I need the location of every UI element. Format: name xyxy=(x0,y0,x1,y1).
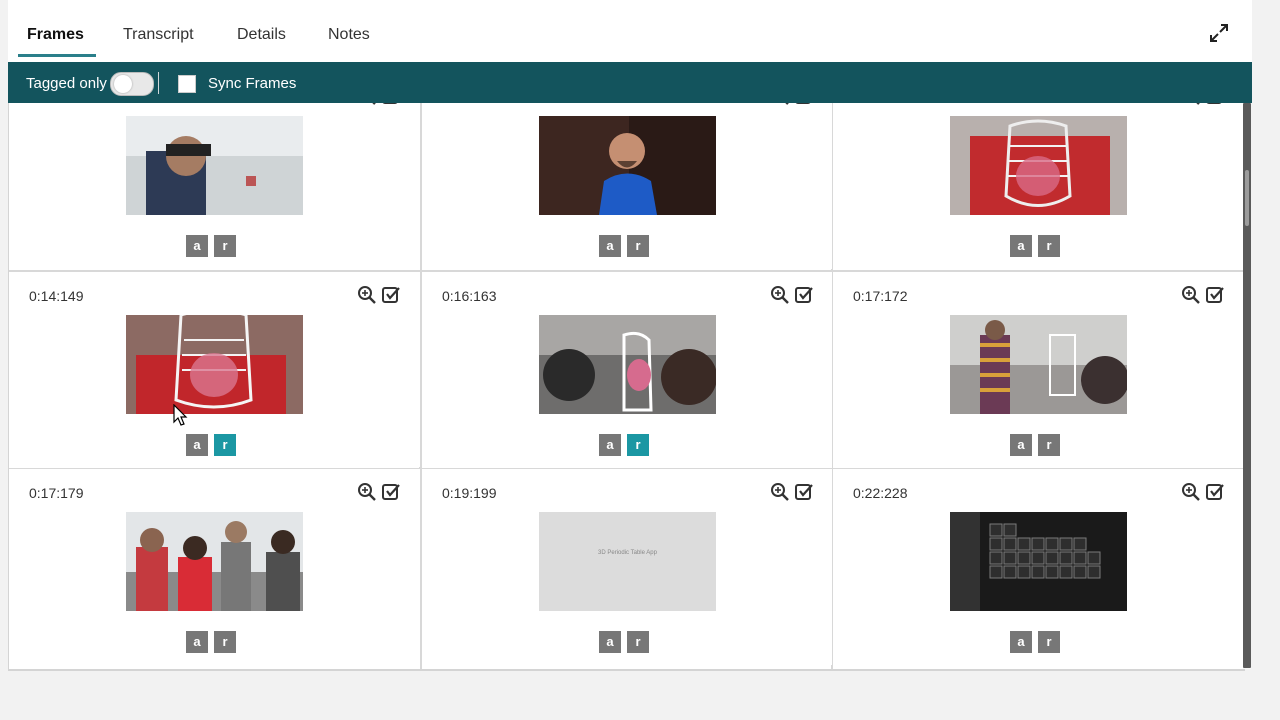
checkbox-check-icon[interactable] xyxy=(794,482,814,502)
tab-details[interactable]: Details xyxy=(237,26,286,44)
frame-timestamp: 0:19:199 xyxy=(442,485,497,501)
tag-a-button[interactable]: a xyxy=(1010,434,1032,456)
active-tab-indicator xyxy=(18,54,96,57)
frames-grid: a r a r a r 0:14:149 a r 0:16:163 a r 0:17:172 a r 0:17… xyxy=(8,103,1245,671)
zoom-in-icon[interactable] xyxy=(770,482,790,502)
zoom-in-icon[interactable] xyxy=(357,482,377,502)
toggle-knob xyxy=(114,75,132,93)
frame-thumbnail[interactable] xyxy=(950,116,1127,215)
tag-a-button[interactable]: a xyxy=(599,434,621,456)
sync-frames-label: Sync Frames xyxy=(208,75,297,92)
frame-thumbnail[interactable] xyxy=(126,512,303,611)
zoom-in-icon[interactable] xyxy=(770,103,790,106)
zoom-in-icon[interactable] xyxy=(357,285,377,305)
zoom-in-icon[interactable] xyxy=(1181,482,1201,502)
tag-r-button[interactable]: r xyxy=(627,434,649,456)
tag-a-button[interactable]: a xyxy=(186,235,208,257)
thumbnail-caption: 3D Periodic Table App xyxy=(598,550,657,556)
mouse-cursor-icon xyxy=(173,404,188,426)
tag-r-button[interactable]: r xyxy=(627,631,649,653)
frame-thumbnail[interactable] xyxy=(950,315,1127,414)
zoom-in-icon[interactable] xyxy=(357,103,377,106)
frame-card: ar xyxy=(422,103,832,269)
tag-a-button[interactable]: a xyxy=(186,434,208,456)
tagged-only-label: Tagged only xyxy=(26,75,107,92)
tag-r-button[interactable]: r xyxy=(1038,235,1060,257)
tag-a-button[interactable]: a xyxy=(1010,631,1032,653)
frame-timestamp: 0:22:228 xyxy=(853,485,908,501)
tag-a-button[interactable]: a xyxy=(1010,235,1032,257)
frame-card: 0:17:172 a r xyxy=(833,272,1243,468)
checkbox-check-icon[interactable] xyxy=(794,285,814,305)
zoom-in-icon[interactable] xyxy=(770,285,790,305)
zoom-in-icon[interactable] xyxy=(1181,103,1201,106)
checkbox-check-icon[interactable] xyxy=(1205,482,1225,502)
zoom-in-icon[interactable] xyxy=(1181,285,1201,305)
frame-card: ar xyxy=(9,103,419,269)
checkbox-check-icon[interactable] xyxy=(1205,103,1225,106)
frame-timestamp: 0:17:179 xyxy=(29,485,84,501)
tag-r-button[interactable]: r xyxy=(627,235,649,257)
tag-a-button[interactable]: a xyxy=(599,631,621,653)
tab-transcript[interactable]: Transcript xyxy=(123,26,194,44)
tag-r-button[interactable]: r xyxy=(214,631,236,653)
frame-card: 0:19:199 3D Periodic Table App a r xyxy=(422,469,832,665)
checkbox-check-icon[interactable] xyxy=(1205,285,1225,305)
frame-timestamp: 0:14:149 xyxy=(29,288,84,304)
frame-thumbnail[interactable] xyxy=(126,315,303,414)
frame-thumbnail[interactable] xyxy=(539,116,716,215)
frame-card: 0:22:228 a r xyxy=(833,469,1243,665)
frame-card: 0:17:179 a r xyxy=(9,469,419,665)
frame-thumbnail[interactable] xyxy=(126,116,303,215)
checkbox-check-icon[interactable] xyxy=(794,103,814,106)
tag-a-button[interactable]: a xyxy=(599,235,621,257)
frame-thumbnail[interactable]: 3D Periodic Table App xyxy=(539,512,716,611)
frames-toolbar: Tagged only Sync Frames xyxy=(8,62,1252,103)
toolbar-divider xyxy=(158,72,159,94)
tag-a-button[interactable]: a xyxy=(186,631,208,653)
frame-timestamp: 0:16:163 xyxy=(442,288,497,304)
tab-frames[interactable]: Frames xyxy=(27,26,84,44)
checkbox-check-icon[interactable] xyxy=(381,285,401,305)
frame-card: 0:14:149 a r xyxy=(9,272,419,468)
tag-r-button[interactable]: r xyxy=(214,434,236,456)
frame-timestamp: 0:17:172 xyxy=(853,288,908,304)
frame-thumbnail[interactable] xyxy=(539,315,716,414)
tag-r-button[interactable]: r xyxy=(1038,631,1060,653)
tag-r-button[interactable]: r xyxy=(214,235,236,257)
frame-card: 0:16:163 a r xyxy=(422,272,832,468)
sync-frames-checkbox[interactable] xyxy=(178,75,196,93)
scrollbar-thumb[interactable] xyxy=(1245,170,1249,226)
checkbox-check-icon[interactable] xyxy=(381,103,401,106)
checkbox-check-icon[interactable] xyxy=(381,482,401,502)
tag-r-button[interactable]: r xyxy=(1038,434,1060,456)
expand-icon[interactable] xyxy=(1208,22,1230,44)
frame-card: ar xyxy=(833,103,1243,269)
frame-thumbnail[interactable] xyxy=(950,512,1127,611)
tab-notes[interactable]: Notes xyxy=(328,26,370,44)
tagged-only-toggle[interactable] xyxy=(110,72,154,96)
tab-bar: Frames Transcript Details Notes xyxy=(8,0,1252,62)
